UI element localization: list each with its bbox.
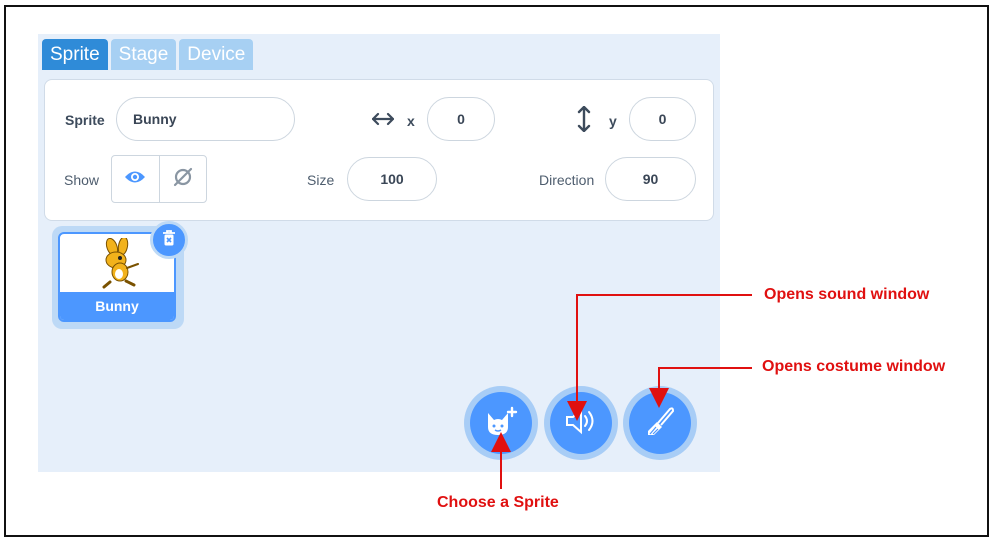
sound-window-callout: Opens sound window xyxy=(764,286,930,303)
costume-window-callout: Opens costume window xyxy=(762,358,946,375)
annotation-arrows xyxy=(491,294,752,489)
choose-sprite-callout: Choose a Sprite xyxy=(437,494,559,511)
